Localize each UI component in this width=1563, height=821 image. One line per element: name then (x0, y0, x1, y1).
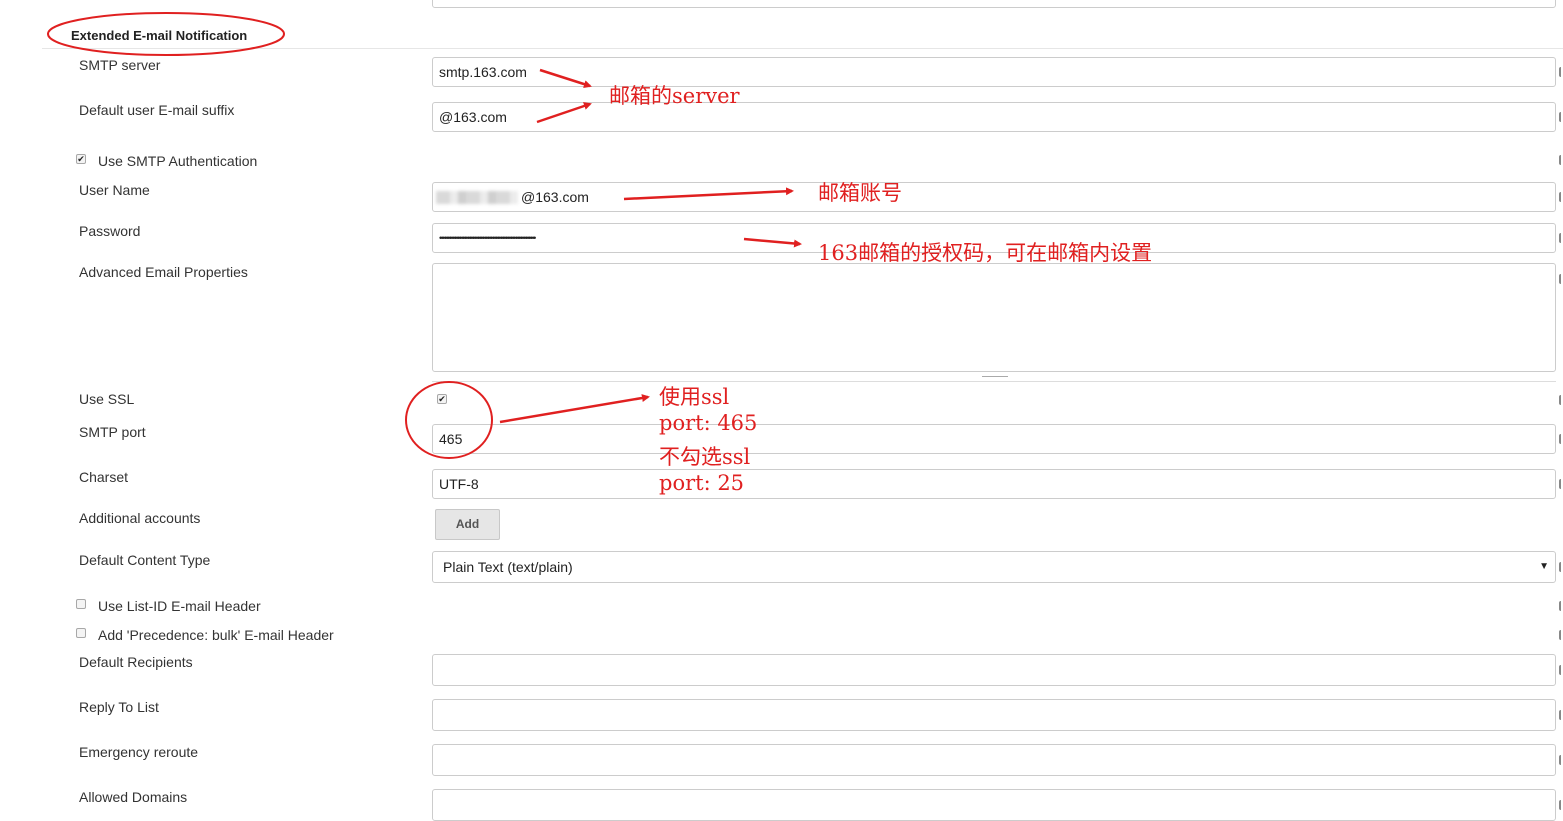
annotation-ssl-1: 使用ssl (659, 385, 730, 409)
annotation-overlay (47, 12, 802, 459)
arrow-authcode (743, 237, 802, 248)
title-highlight-ellipse (47, 12, 285, 56)
annotation-server: 邮箱的server (609, 84, 740, 108)
annotation-account: 邮箱账号 (818, 181, 902, 205)
annotation-ssl-2: port: 465 (659, 411, 758, 435)
annotation-ssl-4: port: 25 (659, 471, 745, 495)
arrow-account (623, 187, 794, 201)
arrow-server-1 (539, 68, 592, 88)
arrow-ssl (499, 394, 650, 424)
annotation-ssl-3: 不勾选ssl (659, 445, 751, 469)
arrow-server-2 (536, 102, 592, 124)
ssl-highlight-ellipse (405, 381, 493, 459)
annotation-authcode: 163邮箱的授权码，可在邮箱内设置 (818, 241, 1153, 265)
